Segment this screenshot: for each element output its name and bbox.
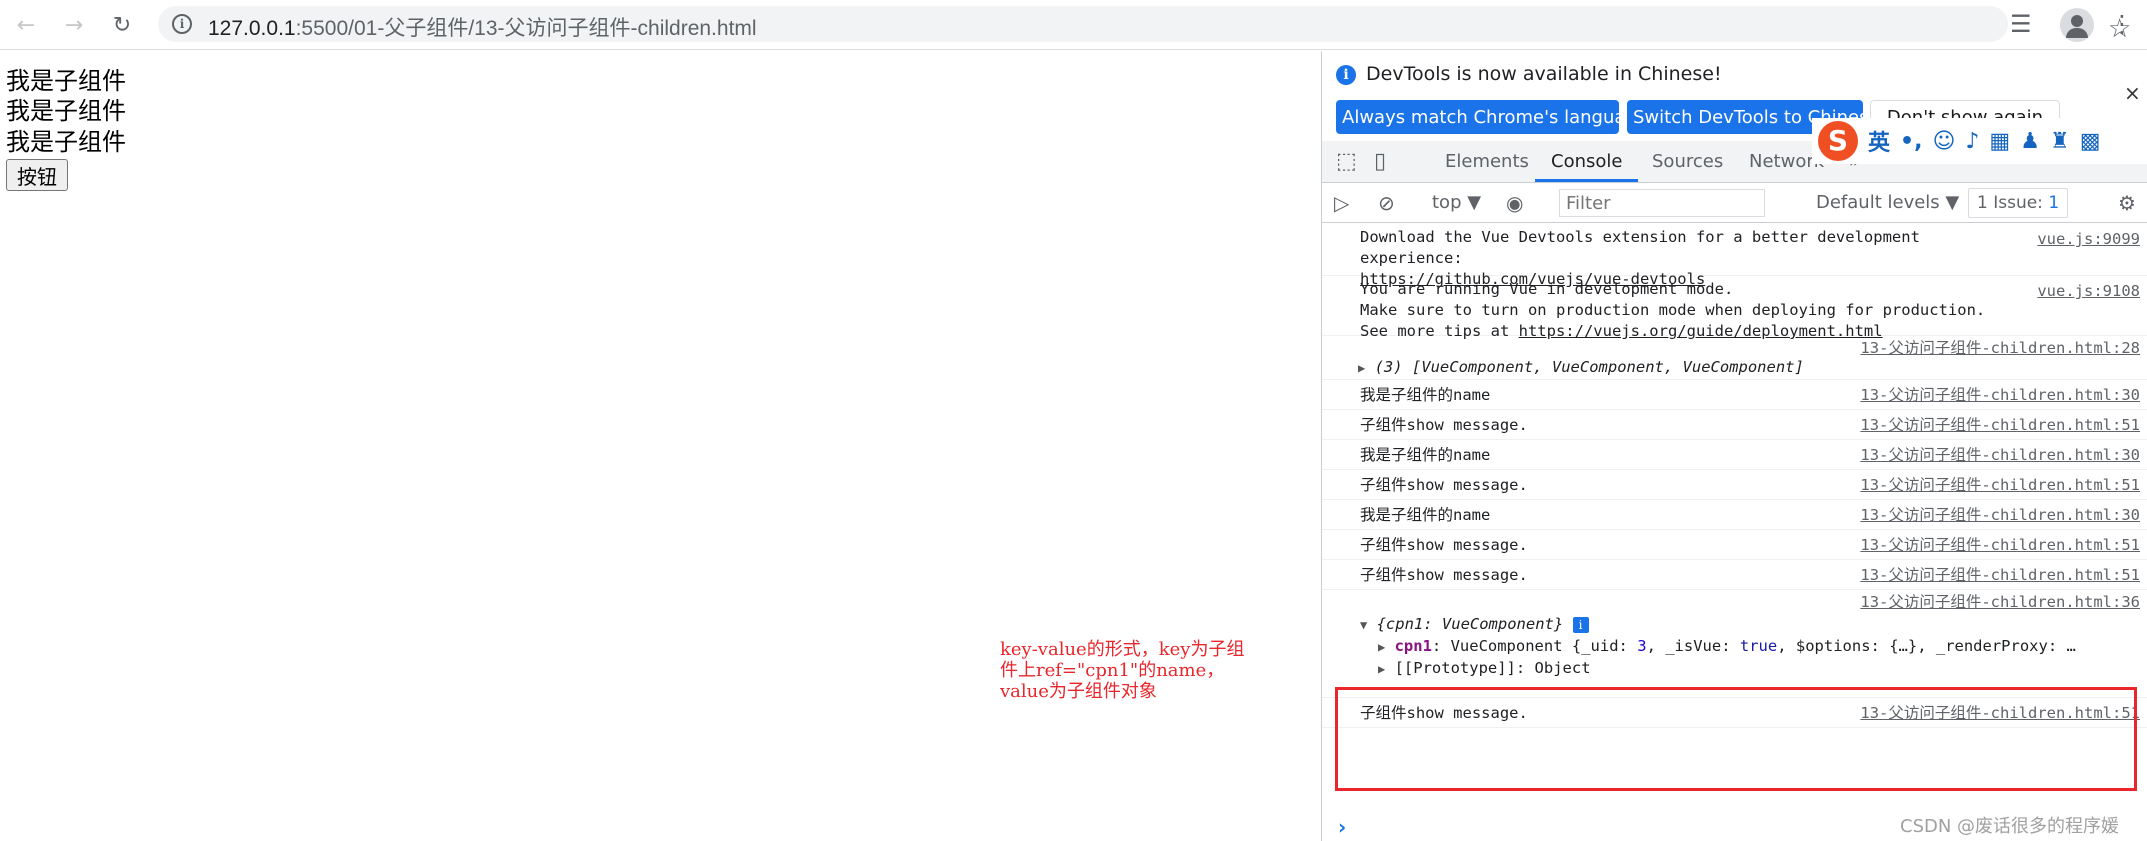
collapse-arrow-icon[interactable]: ▼ (1360, 618, 1367, 632)
log-source-link[interactable]: 13-父访问子组件-children.html:28 (1860, 338, 2140, 359)
device-toolbar-icon[interactable]: ▯ (1374, 149, 1386, 174)
console-settings-gear-icon[interactable]: ⚙ (2118, 191, 2136, 215)
filter-input[interactable] (1559, 189, 1765, 217)
infobar-text: DevTools is now available in Chinese! (1366, 63, 1722, 85)
tab-sources[interactable]: Sources (1652, 151, 1723, 172)
log-source-link[interactable]: 13-父访问子组件-children.html:30 (1860, 445, 2140, 466)
property-value: : VueComponent {_uid: (1431, 637, 1638, 655)
issues-label: 1 Issue: (1977, 193, 2043, 213)
clear-console-icon[interactable]: ⊘ (1378, 191, 1395, 215)
log-source-link[interactable]: vue.js:9108 (2037, 281, 2140, 302)
browser-toolbar: ← → ↻ i 127.0.0.1:5500/01-父子组件/13-父访问子组件… (0, 0, 2147, 50)
inspect-element-icon[interactable]: ⬚ (1336, 149, 1357, 174)
child-component-text: 我是子组件 (6, 97, 126, 125)
highlight-annotation-box (1335, 687, 2137, 791)
tab-console[interactable]: Console (1551, 151, 1622, 172)
annotation-note: key-value的形式，key为子组件上ref="cpn1"的name，val… (1000, 639, 1245, 702)
forward-arrow-icon[interactable]: → (60, 11, 88, 39)
keyboard-icon[interactable]: ▦ (1989, 129, 2010, 154)
property-value: , _isVue: (1646, 637, 1740, 655)
info-badge-icon[interactable]: i (1572, 617, 1589, 633)
address-bar[interactable]: i 127.0.0.1:5500/01-父子组件/13-父访问子组件-child… (158, 6, 2131, 44)
issues-button[interactable]: 1 Issue: 1 (1968, 188, 2069, 218)
log-source-link[interactable]: 13-父访问子组件-children.html:51 (1860, 475, 2140, 496)
list-item: 我是子组件的name 13-父访问子组件-children.html:30 (1322, 500, 2147, 530)
page-content: 我是子组件 我是子组件 我是子组件 按钮 key-value的形式，key为子组… (0, 51, 1321, 841)
page-button[interactable]: 按钮 (6, 159, 68, 191)
object-property-row[interactable]: ▶ cpn1: VueComponent {_uid: 3, _isVue: t… (1322, 636, 2147, 658)
devtools-panel: i DevTools is now available in Chinese! … (1321, 51, 2147, 841)
reading-list-icon[interactable]: ☰ (2010, 10, 2032, 38)
ime-language[interactable]: 英 (1868, 125, 1890, 157)
log-text: Download the Vue Devtools extension for … (1360, 228, 1920, 246)
menu-kebab-icon[interactable]: ⋮ (2110, 10, 2134, 38)
console-messages: Download the Vue Devtools extension for … (1322, 224, 2147, 728)
user-icon[interactable]: ♟ (2020, 129, 2040, 154)
list-item: 我是子组件的name 13-父访问子组件-children.html:30 (1322, 380, 2147, 410)
child-component-text: 我是子组件 (6, 128, 126, 156)
back-arrow-icon[interactable]: ← (12, 11, 40, 39)
log-source-link[interactable]: 13-父访问子组件-children.html:36 (1860, 592, 2140, 613)
log-source-link[interactable]: vue.js:9099 (2037, 229, 2140, 250)
log-source-link[interactable]: 13-父访问子组件-children.html:51 (1860, 535, 2140, 556)
log-text: Make sure to turn on production mode whe… (1360, 301, 1986, 319)
property-value: true (1739, 637, 1778, 655)
reload-icon[interactable]: ↻ (108, 11, 136, 39)
skin-shirt-icon[interactable]: ♜ (2050, 129, 2070, 154)
sogou-logo-icon[interactable]: S (1818, 121, 1858, 161)
site-info-icon[interactable]: i (172, 14, 192, 34)
log-source-link[interactable]: 13-父访问子组件-children.html:51 (1860, 565, 2140, 586)
url-text[interactable]: 127.0.0.1:5500/01-父子组件/13-父访问子组件-childre… (208, 12, 757, 42)
log-source-link[interactable]: 13-父访问子组件-children.html:30 (1860, 505, 2140, 526)
list-item: 我是子组件的name 13-父访问子组件-children.html:30 (1322, 440, 2147, 470)
tab-elements[interactable]: Elements (1445, 151, 1529, 172)
log-text: experience: (1360, 249, 1463, 267)
close-icon[interactable]: × (2124, 81, 2141, 105)
emoji-icon[interactable]: ☺ (1932, 129, 1955, 154)
apps-grid-icon[interactable]: ▩ (2080, 129, 2101, 154)
list-item: 子组件show message. 13-父访问子组件-children.html… (1322, 410, 2147, 440)
list-item: You are running Vue in development mode.… (1322, 276, 2147, 340)
sidebar-toggle-icon[interactable]: ▷ (1334, 191, 1349, 215)
context-select[interactable]: top ▼ (1432, 192, 1481, 213)
log-source-link[interactable]: 13-父访问子组件-children.html:30 (1860, 385, 2140, 406)
list-item: 子组件show message. 13-父访问子组件-children.html… (1322, 560, 2147, 590)
ime-toolbar: S 英 •, ☺ ♪ ▦ ♟ ♜ ▩ (1812, 118, 2147, 164)
object-log-entry: 13-父访问子组件-children.html:36 ▼ {cpn1: VueC… (1322, 590, 2147, 698)
info-icon: i (1336, 65, 1356, 85)
live-expression-eye-icon[interactable]: ◉ (1506, 191, 1523, 215)
child-component-text: 我是子组件 (6, 67, 126, 95)
log-text: You are running Vue in development mode. (1360, 280, 1734, 298)
list-item: Download the Vue Devtools extension for … (1322, 224, 2147, 288)
prototype-row[interactable]: ▶ [[Prototype]]: Object (1322, 658, 2147, 680)
watermark: CSDN @废话很多的程序媛 (1900, 816, 2120, 837)
console-toolbar: ▷ ⊘ top ▼ ◉ Default levels ▼ 1 Issue: 1 … (1322, 183, 2147, 223)
url-host: 127.0.0.1 (208, 17, 296, 40)
console-prompt[interactable]: › (1338, 815, 1346, 839)
profile-avatar[interactable] (2060, 8, 2094, 42)
list-item: 子组件show message. 13-父访问子组件-children.html… (1322, 530, 2147, 560)
property-key: cpn1 (1394, 637, 1432, 655)
active-tab-indicator (1535, 179, 1638, 182)
expand-arrow-icon[interactable]: ▶ (1378, 640, 1385, 654)
issues-count: 1 (2048, 193, 2060, 213)
match-language-button[interactable]: Always match Chrome's language (1336, 100, 1619, 134)
ime-punctuation[interactable]: •, (1900, 129, 1922, 154)
object-summary[interactable]: {cpn1: VueComponent} (1377, 615, 1564, 633)
expand-arrow-icon[interactable]: ▶ (1378, 662, 1385, 676)
prototype-text: [[Prototype]]: Object (1394, 659, 1591, 677)
property-value: , $options: {…}, _renderProxy: … (1777, 637, 2076, 655)
property-value: 3 (1637, 637, 1647, 655)
microphone-icon[interactable]: ♪ (1965, 129, 1979, 154)
expand-arrow-icon[interactable]: ▶ (1358, 361, 1365, 375)
log-levels-select[interactable]: Default levels ▼ (1816, 192, 1959, 213)
url-path: :5500/01-父子组件/13-父访问子组件-children.html (295, 17, 757, 40)
list-item: 13-父访问子组件-children.html:28 ▶ (3) [VueCom… (1322, 336, 2147, 380)
list-item: 子组件show message. 13-父访问子组件-children.html… (1322, 470, 2147, 500)
log-source-link[interactable]: 13-父访问子组件-children.html:51 (1860, 415, 2140, 436)
log-text[interactable]: (3) [VueComponent, VueComponent, VueComp… (1375, 358, 1804, 376)
